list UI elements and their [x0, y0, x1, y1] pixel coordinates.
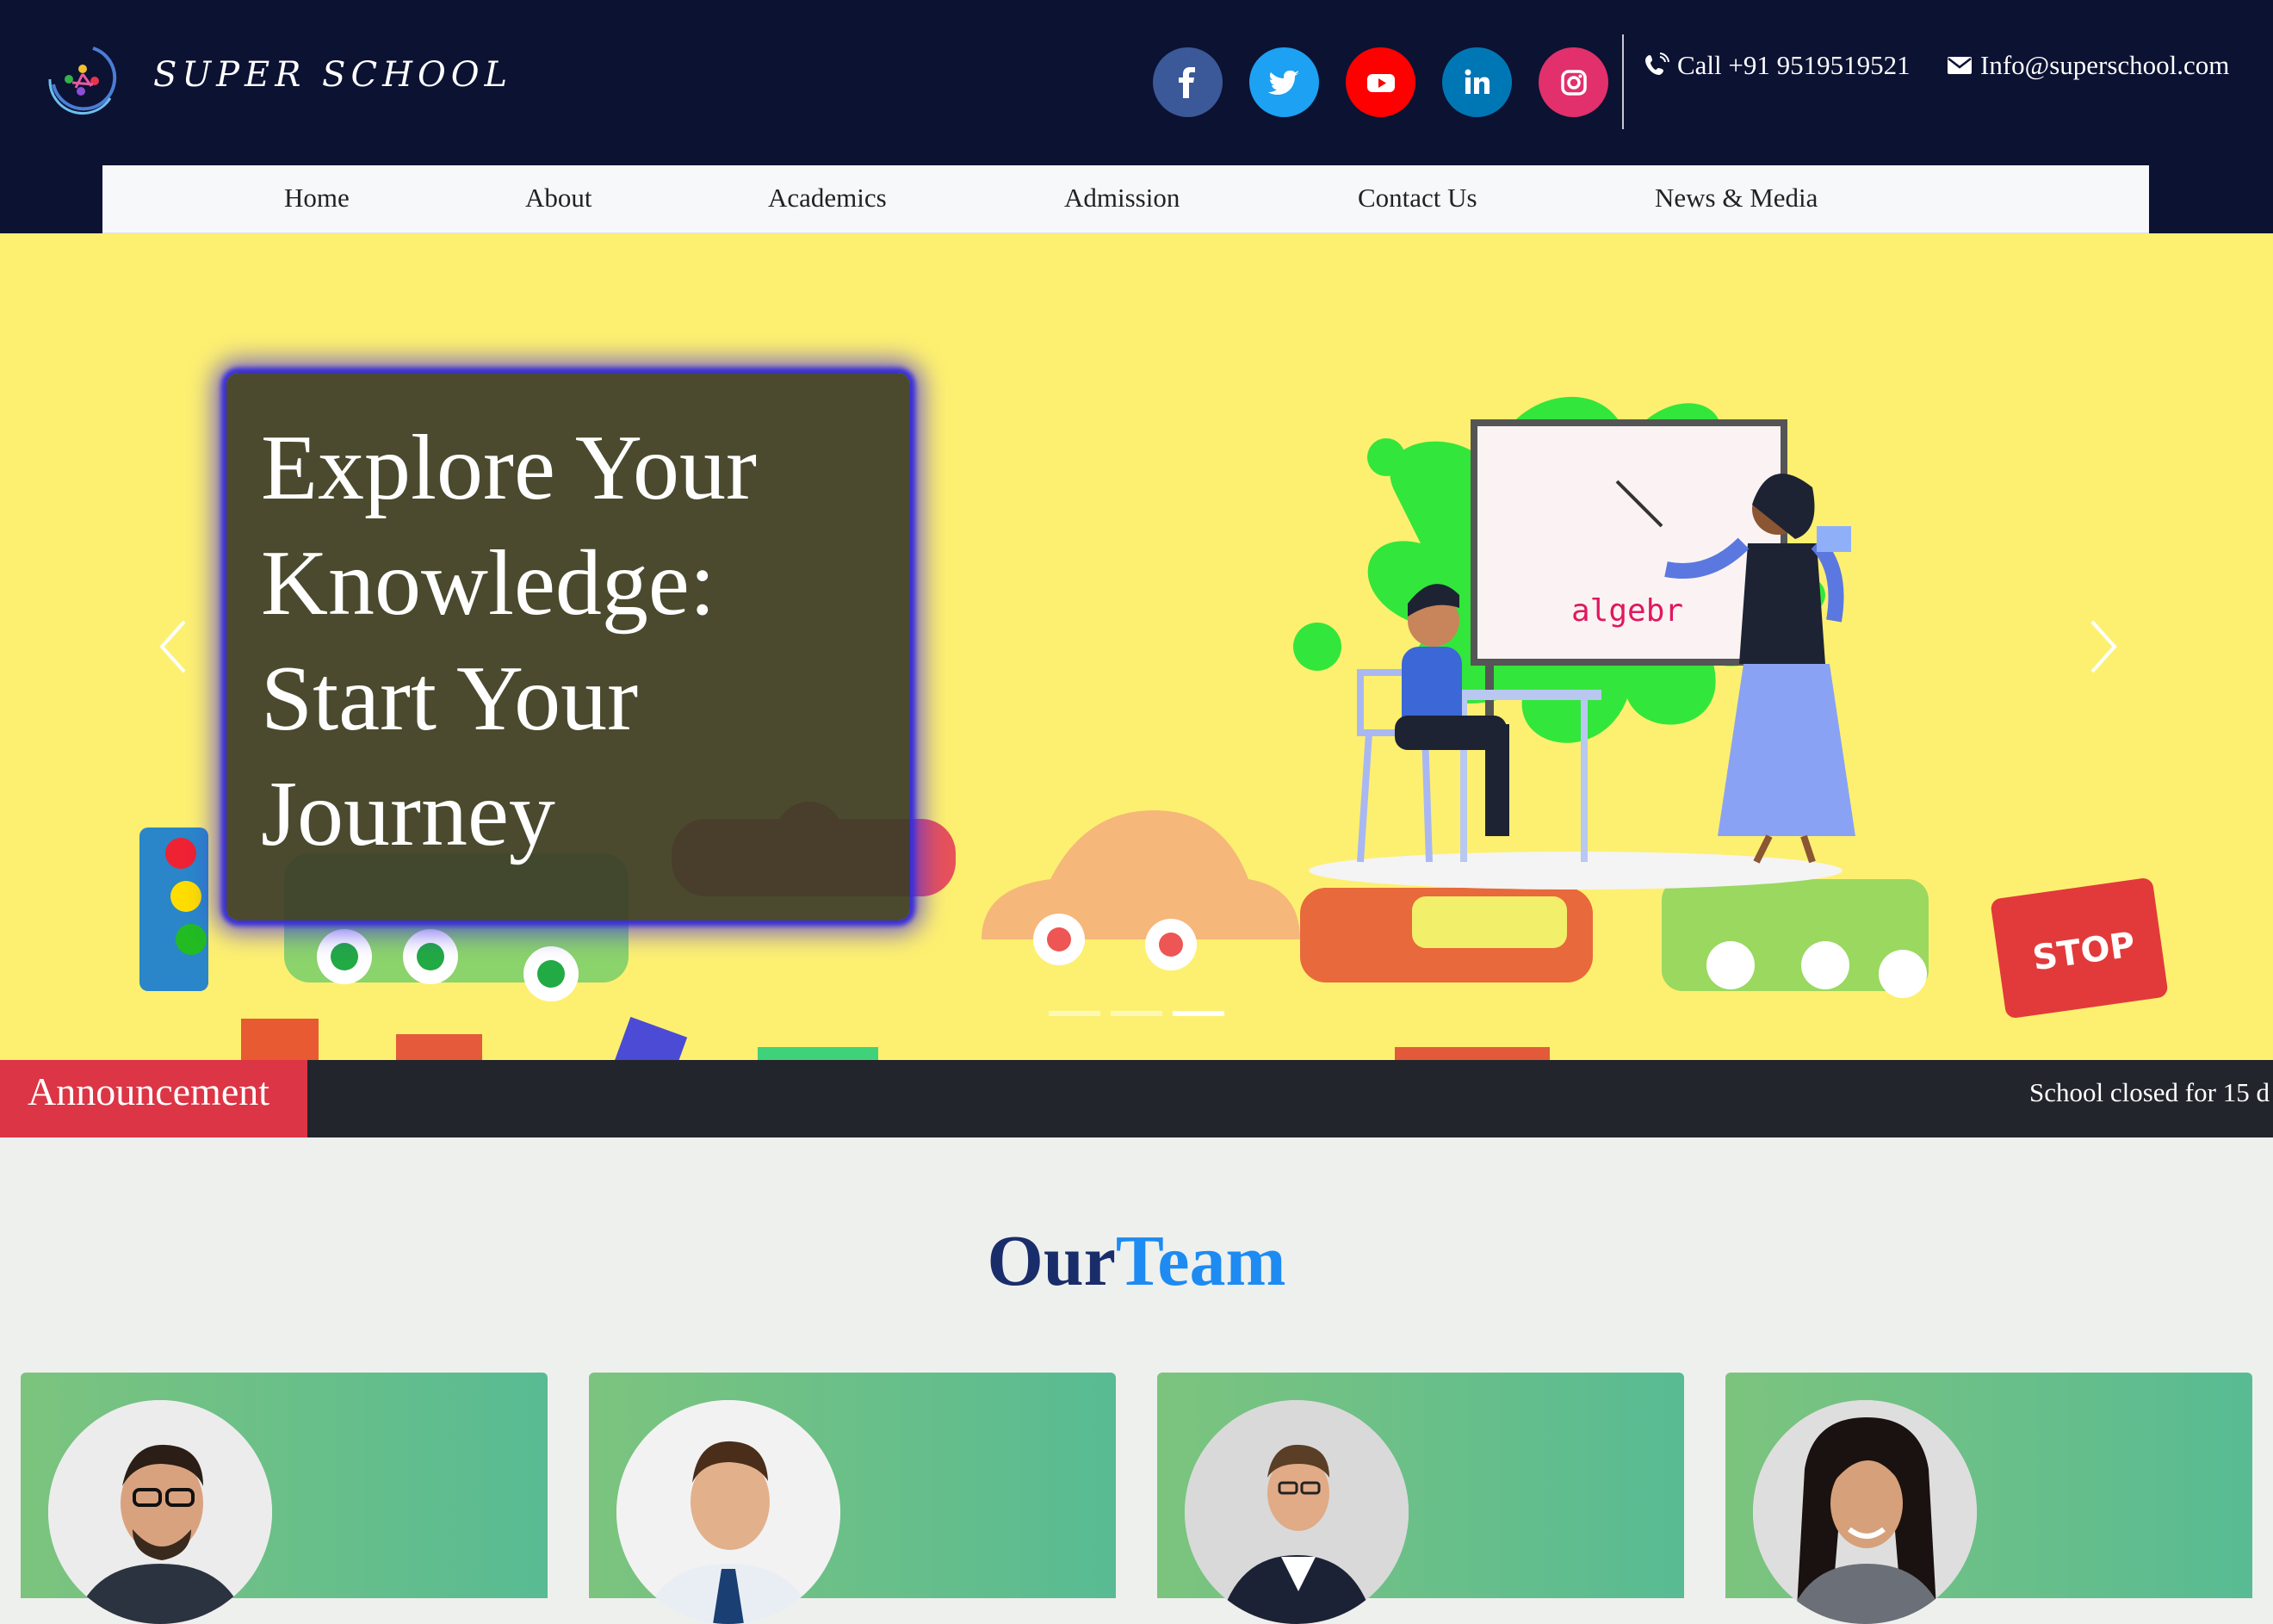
team-card[interactable]: [1157, 1373, 1684, 1624]
envelope-icon: [1948, 57, 1972, 74]
twitter-button[interactable]: [1249, 47, 1319, 117]
nav-about[interactable]: About: [525, 183, 592, 214]
top-header: SUPER SCHOOL Call +91 9519519521 Info@su…: [0, 0, 2273, 233]
email-address[interactable]: Info@superschool.com: [1980, 50, 2229, 81]
brand-name[interactable]: SUPER SCHOOL: [153, 55, 512, 95]
hero-carousel: STOP algebr Explore Your Knowledge: Star…: [0, 233, 2273, 1060]
carousel-indicators: [1049, 1011, 1224, 1016]
youtube-button[interactable]: [1346, 47, 1415, 117]
team-member-photo: [1753, 1400, 1977, 1624]
nav-admission[interactable]: Admission: [1064, 183, 1180, 214]
carousel-indicator-2[interactable]: [1111, 1011, 1162, 1016]
nav-home[interactable]: Home: [284, 183, 350, 214]
nav-news-media[interactable]: News & Media: [1655, 183, 1818, 214]
linkedin-button[interactable]: [1442, 47, 1512, 117]
team-title-our: Our: [987, 1221, 1116, 1301]
youtube-icon: [1366, 73, 1395, 92]
team-member-photo: [616, 1400, 840, 1624]
phone-contact[interactable]: Call +91 9519519521: [1643, 50, 1911, 81]
team-card[interactable]: [1725, 1373, 2252, 1624]
team-member-photo: [1185, 1400, 1409, 1624]
twitter-icon: [1267, 70, 1299, 95]
hero-title-line-3: Start Your: [261, 648, 639, 750]
hero-title-line-4: Journey: [261, 763, 555, 865]
announcement-label: Announcement: [0, 1060, 307, 1137]
hero-title: Explore Your Knowledge: Start Your Journ…: [261, 411, 898, 872]
school-logo-icon[interactable]: [41, 38, 122, 119]
instagram-icon: [1560, 69, 1587, 96]
main-navigation: Home About Academics Admission Contact U…: [102, 165, 2149, 233]
linkedin-icon: [1465, 69, 1490, 94]
team-title-team: Team: [1115, 1221, 1286, 1301]
team-member-photo: [48, 1400, 272, 1624]
nav-contact-us[interactable]: Contact Us: [1358, 183, 1477, 214]
instagram-button[interactable]: [1539, 47, 1608, 117]
teacher-classroom-illustration: algebr: [1293, 396, 1855, 889]
nav-academics[interactable]: Academics: [768, 183, 887, 214]
facebook-icon: [1178, 66, 1195, 98]
facebook-button[interactable]: [1153, 47, 1223, 117]
hero-title-line-1: Explore Your: [261, 417, 758, 519]
carousel-prev-arrow-icon[interactable]: [155, 617, 189, 677]
phone-number[interactable]: Call +91 9519519521: [1677, 50, 1911, 81]
header-divider: [1622, 34, 1624, 129]
carousel-indicator-3[interactable]: [1173, 1011, 1224, 1016]
announcement-bar: Announcement School closed for 15 d: [0, 1060, 2273, 1137]
carousel-indicator-1[interactable]: [1049, 1011, 1100, 1016]
team-card[interactable]: [21, 1373, 548, 1624]
announcement-ticker-text: School closed for 15 d: [2029, 1077, 2270, 1107]
carousel-next-arrow-icon[interactable]: [2087, 617, 2121, 677]
email-contact[interactable]: Info@superschool.com: [1946, 50, 2229, 81]
hero-title-line-2: Knowledge:: [261, 532, 715, 635]
phone-icon: [1645, 53, 1669, 75]
team-card[interactable]: [589, 1373, 1116, 1624]
hero-caption-box: Explore Your Knowledge: Start Your Journ…: [226, 373, 910, 920]
whiteboard-text: algebr: [1571, 593, 1683, 629]
team-section-title: OurTeam: [0, 1219, 2273, 1303]
